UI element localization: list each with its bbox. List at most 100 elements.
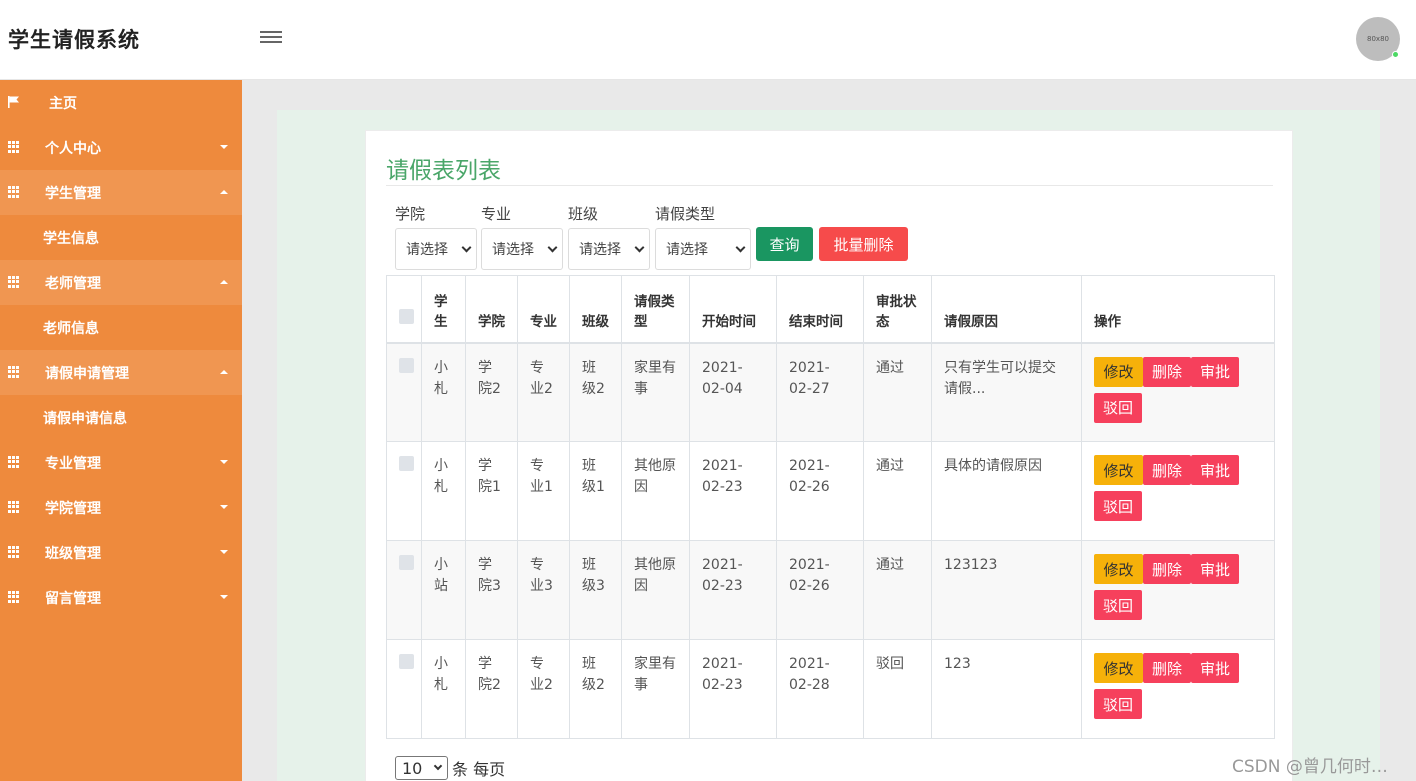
sidebar-item-home[interactable]: 主页 [0, 80, 242, 125]
caret-down-icon [220, 145, 228, 149]
cell-major: 专业2 [517, 639, 570, 739]
cell-end-time: 2021-02-28 [776, 639, 864, 739]
cell-college: 学院2 [465, 342, 518, 442]
select-value: 请选择 [406, 242, 448, 258]
column-header: 操作 [1081, 275, 1275, 344]
caret-up-icon [220, 370, 228, 374]
edit-button[interactable]: 修改 [1094, 554, 1143, 584]
cell-leave-type: 家里有事 [621, 639, 690, 739]
chevron-down-icon [461, 242, 472, 252]
sidebar-item-label: 主页 [49, 96, 77, 112]
cell-leave-reason: 123123 [931, 540, 1082, 640]
sidebar-item-personal-center[interactable]: 个人中心 [0, 125, 242, 170]
page-size-suffix: 条 每页 [452, 760, 506, 779]
cell-approval-status: 通过 [863, 441, 932, 541]
major-select[interactable]: 请选择 [481, 228, 563, 270]
sidebar-item-label: 老师管理 [45, 276, 101, 292]
sidebar-subitem-leave-application-info[interactable]: 请假申请信息 [0, 395, 242, 440]
cell-start-time: 2021-02-23 [689, 441, 777, 541]
chevron-down-icon [634, 242, 645, 252]
sidebar-item-class-management[interactable]: 班级管理 [0, 530, 242, 575]
reject-button[interactable]: 驳回 [1094, 392, 1142, 423]
delete-button[interactable]: 删除 [1143, 455, 1191, 485]
cell-student: 小站 [421, 540, 466, 640]
row-checkbox[interactable] [399, 357, 414, 373]
delete-button[interactable]: 删除 [1143, 356, 1191, 387]
grid-icon [8, 546, 20, 558]
college-select[interactable]: 请选择 [395, 228, 477, 270]
table-row: 小站 学院3 专业3 班级3 其他原因 2021-02-23 2021-02-2… [386, 540, 1275, 640]
reject-button[interactable]: 驳回 [1094, 491, 1142, 521]
cell-college: 学院3 [465, 540, 518, 640]
leave-type-select[interactable]: 请选择 [655, 228, 751, 270]
reject-button[interactable]: 驳回 [1094, 590, 1142, 620]
sidebar-item-message-management[interactable]: 留言管理 [0, 575, 242, 620]
cell-actions: 修改 删除 审批驳回 [1081, 540, 1275, 640]
delete-button[interactable]: 删除 [1143, 554, 1191, 584]
cell-start-time: 2021-02-04 [689, 342, 777, 442]
sidebar-subitem-student-info[interactable]: 学生信息 [0, 215, 242, 260]
select-value: 请选择 [579, 242, 621, 258]
approve-button[interactable]: 审批 [1191, 455, 1239, 485]
leave-list-card: 请假表列表 学院 请选择 专业 请选择 班级 请选择 请假类型 请选择 查询 批… [365, 130, 1293, 781]
row-checkbox[interactable] [399, 654, 414, 669]
column-header: 请假原因 [931, 275, 1082, 344]
column-header: 班级 [569, 275, 622, 344]
sidebar-item-label: 班级管理 [45, 546, 101, 562]
cell-start-time: 2021-02-23 [689, 639, 777, 739]
sidebar-item-college-management[interactable]: 学院管理 [0, 485, 242, 530]
cell-leave-type: 其他原因 [621, 540, 690, 640]
cell-leave-reason: 具体的请假原因 [931, 441, 1082, 541]
avatar[interactable]: 80x80 [1356, 17, 1400, 61]
sidebar-item-label: 学院管理 [45, 501, 101, 517]
caret-down-icon [220, 550, 228, 554]
cell-major: 专业3 [517, 540, 570, 640]
row-select-cell [386, 441, 422, 541]
grid-icon [8, 141, 20, 153]
page-title: 请假表列表 [386, 158, 501, 184]
cell-leave-reason: 只有学生可以提交请假... [931, 342, 1082, 442]
delete-button[interactable]: 删除 [1143, 653, 1191, 683]
edit-button[interactable]: 修改 [1094, 356, 1143, 387]
row-checkbox[interactable] [399, 555, 414, 570]
sidebar-item-student-management[interactable]: 学生管理 [0, 170, 242, 215]
reject-button[interactable]: 驳回 [1094, 689, 1142, 719]
grid-icon [8, 366, 20, 378]
hamburger-menu-icon[interactable] [260, 28, 282, 48]
sidebar-item-label: 学生管理 [45, 186, 101, 202]
page-size-select[interactable]: 10 [395, 756, 448, 780]
edit-button[interactable]: 修改 [1094, 653, 1143, 683]
sidebar-item-teacher-management[interactable]: 老师管理 [0, 260, 242, 305]
leave-table: 学生 学院 专业 班级 请假类型 开始时间 结束时间 审批状态 请假原因 操作 … [386, 275, 1275, 739]
column-header: 结束时间 [776, 275, 864, 344]
grid-icon [8, 186, 20, 198]
batch-delete-button[interactable]: 批量删除 [819, 227, 908, 261]
cell-class: 班级3 [569, 540, 622, 640]
search-button[interactable]: 查询 [756, 227, 813, 261]
select-all-checkbox[interactable] [399, 308, 414, 324]
sidebar-item-label: 专业管理 [45, 456, 101, 472]
edit-button[interactable]: 修改 [1094, 455, 1143, 485]
caret-down-icon [220, 505, 228, 509]
cell-end-time: 2021-02-27 [776, 342, 864, 442]
sidebar: 主页 个人中心 学生管理 学生信息 老师管理 老师信息 请假申请管理 请假申请信… [0, 80, 242, 781]
cell-actions: 修改 删除 审批驳回 [1081, 639, 1275, 739]
approve-button[interactable]: 审批 [1191, 356, 1239, 387]
select-value: 请选择 [492, 242, 534, 258]
sidebar-item-label: 个人中心 [45, 141, 101, 157]
app-title: 学生请假系统 [8, 28, 140, 52]
sidebar-item-major-management[interactable]: 专业管理 [0, 440, 242, 485]
table-row: 小札 学院1 专业1 班级1 其他原因 2021-02-23 2021-02-2… [386, 441, 1275, 541]
cell-college: 学院2 [465, 639, 518, 739]
cell-leave-type: 家里有事 [621, 342, 690, 442]
table-row: 小札 学院2 专业2 班级2 家里有事 2021-02-23 2021-02-2… [386, 639, 1275, 739]
sidebar-subitem-teacher-info[interactable]: 老师信息 [0, 305, 242, 350]
filter-label: 专业 [481, 205, 512, 223]
sidebar-item-leave-application-management[interactable]: 请假申请管理 [0, 350, 242, 395]
flag-icon [8, 96, 19, 108]
row-checkbox[interactable] [399, 456, 414, 471]
class-select[interactable]: 请选择 [568, 228, 650, 270]
approve-button[interactable]: 审批 [1191, 653, 1239, 683]
sidebar-item-label: 请假申请管理 [45, 366, 129, 382]
approve-button[interactable]: 审批 [1191, 554, 1239, 584]
